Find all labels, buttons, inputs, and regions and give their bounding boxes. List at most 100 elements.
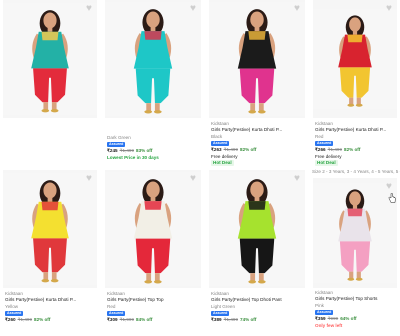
product-photo xyxy=(3,172,97,286)
right-leg xyxy=(258,103,264,111)
heart-icon[interactable]: ♥ xyxy=(294,4,304,14)
heart-icon[interactable]: ♥ xyxy=(190,174,200,184)
neck xyxy=(47,27,53,32)
assured-badge: Assured xyxy=(211,141,230,147)
left-shoe xyxy=(41,109,50,113)
discount: 84% off xyxy=(136,317,153,323)
neck xyxy=(352,30,358,35)
mrp: ₹1,499 xyxy=(119,148,135,154)
yoke-detail xyxy=(347,34,363,43)
yoke-detail xyxy=(144,31,162,40)
right-shoe xyxy=(50,279,59,283)
mrp: ₹1,499 xyxy=(223,317,239,323)
product-photo xyxy=(105,171,201,287)
heart-icon[interactable]: ♥ xyxy=(86,174,96,184)
price-row: ₹260 ₹1,499 82% off xyxy=(5,317,98,323)
price-row: ₹389 ₹1,499 74% off xyxy=(211,317,306,323)
face xyxy=(146,11,160,28)
hot-deal-badge: Hot Deal xyxy=(315,160,338,167)
yoke-detail xyxy=(144,201,162,210)
product-image[interactable] xyxy=(313,178,397,288)
left-shoe xyxy=(248,110,257,114)
product-card[interactable]: ♥ Kidstaan Girls Party(Festive) Kurta Dh… xyxy=(310,0,400,168)
product-card[interactable]: ♥ Kidstaan Girls Party(Festive) Kurta Dh… xyxy=(206,0,308,168)
product-image[interactable] xyxy=(105,170,201,288)
left-leg xyxy=(43,102,49,110)
product-photo xyxy=(209,171,305,287)
size-options: Size 2 - 3 Years, 3 - 4 Years, 4 - 5 Yea… xyxy=(312,169,400,174)
face xyxy=(250,181,264,198)
left-shoe xyxy=(347,103,355,107)
right-leg xyxy=(51,102,57,110)
price: ₹260 xyxy=(5,317,16,323)
assured-badge: Assured xyxy=(5,311,24,317)
heart-icon[interactable]: ♥ xyxy=(386,4,396,14)
product-image[interactable] xyxy=(3,0,97,118)
product-image[interactable] xyxy=(313,0,397,118)
hot-deal-badge: Hot Deal xyxy=(211,160,234,167)
mrp: ₹1,499 xyxy=(17,317,33,323)
discount: 82% off xyxy=(344,147,361,153)
heart-icon[interactable]: ♥ xyxy=(294,174,304,184)
mrp: ₹999 xyxy=(327,316,339,322)
face xyxy=(43,12,57,29)
right-shoe xyxy=(257,110,266,114)
right-shoe xyxy=(50,109,59,113)
neck xyxy=(47,197,53,202)
product-image[interactable] xyxy=(3,170,97,288)
heart-icon[interactable]: ♥ xyxy=(86,4,96,14)
right-shoe xyxy=(257,280,266,284)
yoke-detail xyxy=(248,31,266,40)
right-leg xyxy=(356,97,361,105)
right-shoe xyxy=(153,110,162,114)
product-card[interactable]: ♥ Kidstaan Girls Party(Festive) Top Dhot… xyxy=(206,170,308,336)
right-shoe xyxy=(355,103,363,107)
face xyxy=(250,11,264,28)
product-info: Dark Green Assured ₹245 ₹1,499 83% off Low… xyxy=(107,135,202,161)
left-shoe xyxy=(144,110,153,114)
yoke-detail xyxy=(41,201,59,211)
product-photo xyxy=(3,2,97,116)
product-title[interactable]: Girls Party(Festive) Kurta Dhoti P... xyxy=(315,127,398,133)
heart-icon[interactable]: ♥ xyxy=(190,4,200,14)
neck xyxy=(150,196,156,202)
right-shoe xyxy=(153,280,162,284)
left-shoe xyxy=(144,280,153,284)
neck xyxy=(254,26,260,32)
product-image[interactable] xyxy=(209,0,305,118)
right-leg xyxy=(154,103,160,111)
price: ₹266 xyxy=(315,147,326,153)
price: ₹263 xyxy=(211,147,222,153)
discount: 82% off xyxy=(34,317,51,323)
neck xyxy=(352,204,358,209)
assured-badge: Assured xyxy=(107,142,126,148)
product-info: Kidstaan Girls Party(Festive) Top Dhoti … xyxy=(211,291,306,324)
discount: 83% off xyxy=(136,148,153,154)
product-info: Kidstaan Girls Party(Festive) Kurta Dhot… xyxy=(5,291,98,324)
price-row: ₹309 ₹1,999 84% off xyxy=(107,317,202,323)
face xyxy=(146,181,160,198)
product-card[interactable]: ♥ Kidstaan Girls Party(Festive) Kurta Dh… xyxy=(0,170,100,336)
price: ₹359 xyxy=(315,316,326,322)
product-info: Kidstaan Girls Party(Festive) Kurta Dhot… xyxy=(315,121,398,167)
hand-pointer-icon xyxy=(388,193,396,203)
product-card[interactable]: ♥ xyxy=(0,0,100,168)
product-image[interactable] xyxy=(209,170,305,288)
face xyxy=(349,17,361,32)
left-leg xyxy=(349,97,354,105)
left-leg xyxy=(43,272,49,280)
product-image[interactable] xyxy=(105,0,201,118)
assured-badge: Assured xyxy=(315,310,334,316)
product-card[interactable]: ♥ Dark Green Assured ₹245 ₹1,499 83% off L… xyxy=(102,0,204,168)
product-card[interactable]: ♥ Kidstaan Girls Party(Festive) Top Top … xyxy=(102,170,204,336)
mrp: ₹1,999 xyxy=(119,317,135,323)
mrp: ₹1,499 xyxy=(327,147,343,153)
right-shoe xyxy=(355,277,363,281)
price: ₹389 xyxy=(211,317,222,323)
heart-icon[interactable]: ♥ xyxy=(386,182,396,192)
product-photo xyxy=(313,182,397,284)
product-card[interactable]: ♥ Kidstaan Girls Party(Festive) Top Shor… xyxy=(310,178,400,336)
yoke-detail xyxy=(41,31,59,41)
face xyxy=(349,191,361,206)
product-photo xyxy=(313,8,397,110)
